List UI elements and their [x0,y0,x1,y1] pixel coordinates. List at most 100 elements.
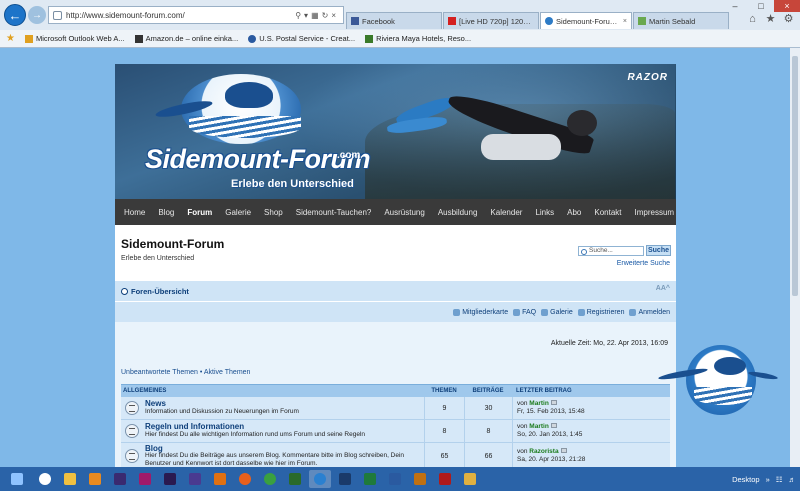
nav-forum[interactable]: Forum [187,208,219,217]
minimize-button[interactable]: – [722,0,748,12]
address-tools[interactable]: ⚲▾▦↻× [295,11,343,20]
taskbar-app-photoshop[interactable] [334,470,356,488]
taskbar-app-indesign[interactable] [134,470,156,488]
search-icon[interactable]: ⚲ [295,11,304,20]
forum-link[interactable]: Regeln und Informationen [145,423,424,431]
taskbar-app-premiere[interactable] [109,470,131,488]
register-link[interactable]: Registrieren [577,308,625,316]
close-tab-icon[interactable]: × [623,18,627,25]
taskbar-app-dreamweaver[interactable] [284,470,306,488]
forum-read-icon [125,449,139,463]
nav-abo[interactable]: Abo [567,208,588,217]
taskbar-app-excel[interactable] [359,470,381,488]
nav-shop[interactable]: Shop [264,208,290,217]
category-header[interactable]: ALLGEMEINES [121,388,424,394]
logo-tagline: Erlebe den Unterschied [231,178,354,190]
maximize-button[interactable]: □ [748,0,774,12]
start-button[interactable] [3,470,31,488]
taskbar-app-vlc[interactable] [209,470,231,488]
favorite-label: Amazon.de – online einka... [145,34,239,43]
favorite-amazon[interactable]: Amazon.de – online einka... [134,34,239,43]
favorite-label: Riviera Maya Hotels, Reso... [376,34,472,43]
tab-facebook[interactable]: Facebook [346,12,442,29]
nav-ausruestung[interactable]: Ausrüstung [384,208,431,217]
back-button[interactable]: ← [4,4,26,26]
nav-kontakt[interactable]: Kontakt [594,208,628,217]
tab-martin-sebald[interactable]: Martin Sebald [633,12,729,29]
network-icon[interactable]: ☷ [776,475,783,484]
forum-link[interactable]: Blog [145,445,424,453]
taskbar-app-after-effects[interactable] [159,470,181,488]
favorites-star-icon[interactable]: ★ [6,33,15,44]
scrollbar-thumb[interactable] [792,56,798,296]
facebook-icon [351,17,359,25]
tab-youtube[interactable]: [Live HD 720p] 120715 - P... [443,12,539,29]
tab-label: Sidemount-Forum • F... [556,16,621,26]
gallery-link[interactable]: Galerie [541,308,573,316]
nav-sidemount-tauchen[interactable]: Sidemount-Tauchen? [296,208,379,217]
taskbar-app-outlook[interactable] [84,470,106,488]
search-input[interactable]: Suche... [578,246,644,256]
logo-diver [714,357,746,375]
forum-link[interactable]: News [145,400,424,408]
taskbar: Desktop » ☷ ♬ [0,467,800,491]
favorite-usps[interactable]: U.S. Postal Service - Creat... [248,34,355,43]
view-latest-post-icon[interactable] [550,423,557,428]
nav-home[interactable]: Home [124,208,152,217]
link-label: Registrieren [586,308,625,316]
last-post-author[interactable]: Martin [529,423,549,430]
desktop-toolbar-label[interactable]: Desktop [732,475,760,484]
taskbar-app-ie[interactable] [309,470,331,488]
taskbar-app-hp[interactable] [34,470,56,488]
address-bar[interactable]: http://www.sidemount-forum.com/ ⚲▾▦↻× [48,6,344,24]
volume-icon[interactable]: ♬ [789,475,797,484]
breadcrumb-index-link[interactable]: Foren-Übersicht [131,287,189,296]
favorite-label: Microsoft Outlook Web A... [35,34,125,43]
link-label: FAQ [522,308,537,316]
advanced-search-link[interactable]: Erweiterte Suche [617,260,670,267]
dropdown-icon[interactable]: ▾ [304,11,311,20]
nav-impressum[interactable]: Impressum [635,208,682,217]
taskbar-app-firefox[interactable] [234,470,256,488]
taskbar-app-illustrator[interactable] [409,470,431,488]
star-icon[interactable]: ★ [765,14,776,25]
taskbar-app-folder[interactable] [459,470,481,488]
forward-button[interactable]: → [28,6,46,24]
ie-icon [314,473,326,485]
last-post-author[interactable]: Razorista [529,448,558,455]
login-link[interactable]: Anmelden [629,308,670,316]
address-text[interactable]: http://www.sidemount-forum.com/ [66,11,295,20]
chevron-icon[interactable]: » [766,475,770,484]
font-size-toggle[interactable]: AA^ [656,285,670,292]
page-title: Sidemount-Forum [121,237,225,251]
members-map-link[interactable]: Mitgliederkarte [453,308,508,316]
home-icon[interactable]: ⌂ [747,14,758,25]
taskbar-app-acrobat[interactable] [434,470,456,488]
taskbar-app-premiere-2[interactable] [184,470,206,488]
favorite-outlook[interactable]: Microsoft Outlook Web A... [24,34,125,43]
nav-ausbildung[interactable]: Ausbildung [438,208,485,217]
faq-link[interactable]: FAQ [513,308,537,316]
close-window-button[interactable]: × [774,0,800,12]
nav-links[interactable]: Links [535,208,561,217]
main-navigation: Home Blog Forum Galerie Shop Sidemount-T… [115,199,676,225]
gear-icon[interactable]: ⚙ [783,14,794,25]
last-post-author[interactable]: Martin [529,400,549,407]
tab-sidemount-forum[interactable]: Sidemount-Forum • F... × [540,12,632,29]
search-button[interactable]: Suche [646,245,671,256]
nav-blog[interactable]: Blog [158,208,181,217]
quick-links[interactable]: Unbeantwortete Themen • Aktive Themen [121,369,250,376]
page-scrollbar[interactable] [790,48,800,467]
view-latest-post-icon[interactable] [550,400,557,405]
favorite-riviera[interactable]: Riviera Maya Hotels, Reso... [365,34,471,43]
nav-kalender[interactable]: Kalender [490,208,529,217]
breadcrumb: Foren-Übersicht AA^ [115,281,676,301]
view-latest-post-icon[interactable] [560,448,567,453]
taskbar-app-word[interactable] [384,470,406,488]
taskbar-app-explorer[interactable] [59,470,81,488]
compat-icon[interactable]: ▦ [311,11,322,20]
nav-galerie[interactable]: Galerie [225,208,258,217]
taskbar-app-chrome[interactable] [259,470,281,488]
close-icon[interactable]: × [331,11,339,20]
refresh-icon[interactable]: ↻ [322,11,332,20]
